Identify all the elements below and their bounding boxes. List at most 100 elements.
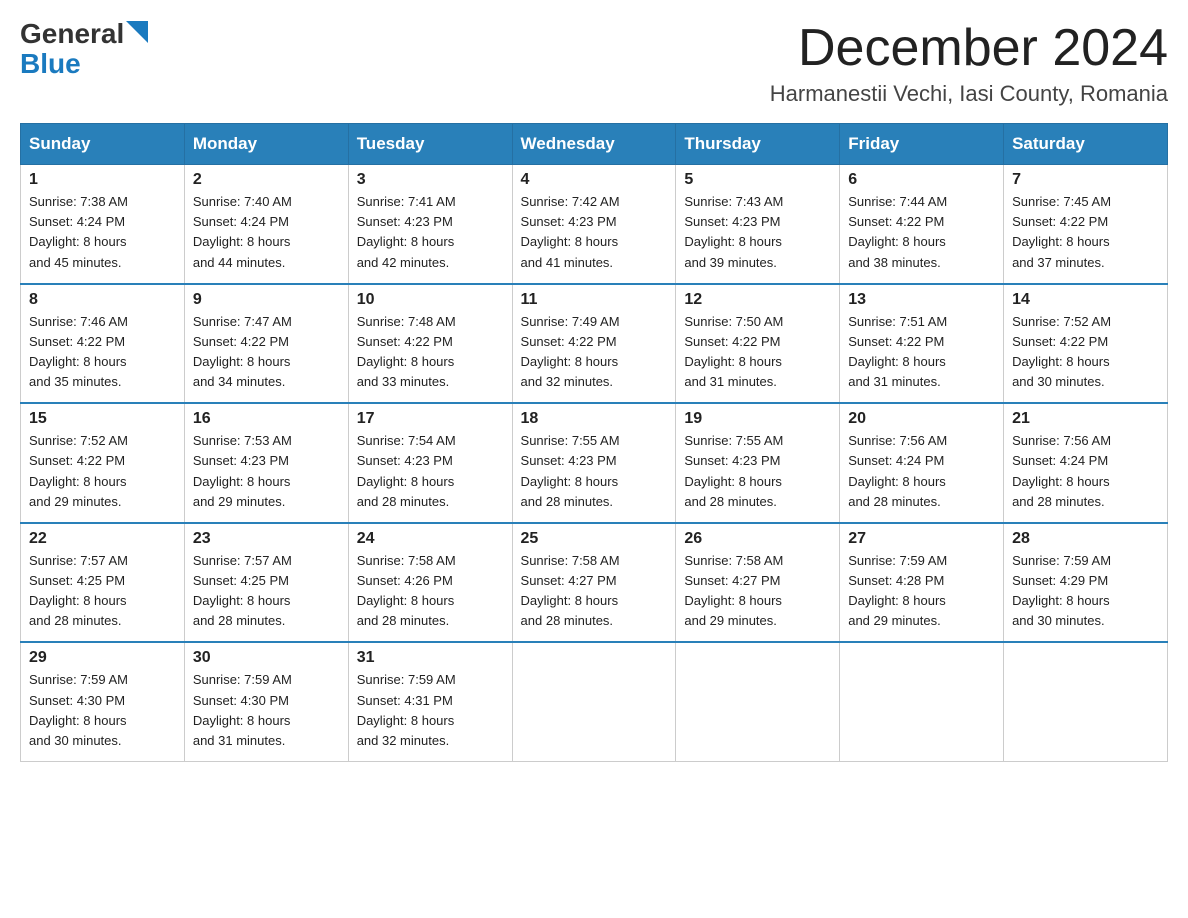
day-number: 15 [29, 410, 176, 428]
day-info: Sunrise: 7:46 AMSunset: 4:22 PMDaylight:… [29, 312, 176, 393]
day-number: 12 [684, 291, 831, 309]
day-info: Sunrise: 7:48 AMSunset: 4:22 PMDaylight:… [357, 312, 504, 393]
day-number: 21 [1012, 410, 1159, 428]
calendar-cell: 21 Sunrise: 7:56 AMSunset: 4:24 PMDaylig… [1004, 403, 1168, 523]
day-number: 19 [684, 410, 831, 428]
calendar-cell: 29 Sunrise: 7:59 AMSunset: 4:30 PMDaylig… [21, 642, 185, 761]
calendar-cell: 2 Sunrise: 7:40 AMSunset: 4:24 PMDayligh… [184, 165, 348, 284]
week-row-1: 1 Sunrise: 7:38 AMSunset: 4:24 PMDayligh… [21, 165, 1168, 284]
day-info: Sunrise: 7:55 AMSunset: 4:23 PMDaylight:… [521, 431, 668, 512]
calendar-cell: 28 Sunrise: 7:59 AMSunset: 4:29 PMDaylig… [1004, 523, 1168, 643]
day-number: 5 [684, 171, 831, 189]
calendar-cell: 22 Sunrise: 7:57 AMSunset: 4:25 PMDaylig… [21, 523, 185, 643]
day-info: Sunrise: 7:44 AMSunset: 4:22 PMDaylight:… [848, 192, 995, 273]
week-row-4: 22 Sunrise: 7:57 AMSunset: 4:25 PMDaylig… [21, 523, 1168, 643]
calendar-cell: 26 Sunrise: 7:58 AMSunset: 4:27 PMDaylig… [676, 523, 840, 643]
calendar-cell: 23 Sunrise: 7:57 AMSunset: 4:25 PMDaylig… [184, 523, 348, 643]
day-info: Sunrise: 7:56 AMSunset: 4:24 PMDaylight:… [848, 431, 995, 512]
logo: General Blue [20, 20, 148, 80]
day-info: Sunrise: 7:56 AMSunset: 4:24 PMDaylight:… [1012, 431, 1159, 512]
day-number: 18 [521, 410, 668, 428]
logo-blue: Blue [20, 48, 81, 80]
day-number: 8 [29, 291, 176, 309]
day-number: 17 [357, 410, 504, 428]
calendar-cell: 11 Sunrise: 7:49 AMSunset: 4:22 PMDaylig… [512, 284, 676, 404]
header-sunday: Sunday [21, 124, 185, 165]
day-number: 31 [357, 649, 504, 667]
location-title: Harmanestii Vechi, Iasi County, Romania [770, 81, 1168, 107]
day-number: 7 [1012, 171, 1159, 189]
calendar-cell [840, 642, 1004, 761]
day-number: 20 [848, 410, 995, 428]
day-info: Sunrise: 7:40 AMSunset: 4:24 PMDaylight:… [193, 192, 340, 273]
day-info: Sunrise: 7:57 AMSunset: 4:25 PMDaylight:… [193, 551, 340, 632]
day-info: Sunrise: 7:47 AMSunset: 4:22 PMDaylight:… [193, 312, 340, 393]
day-number: 1 [29, 171, 176, 189]
day-info: Sunrise: 7:53 AMSunset: 4:23 PMDaylight:… [193, 431, 340, 512]
calendar-table: SundayMondayTuesdayWednesdayThursdayFrid… [20, 123, 1168, 762]
day-number: 10 [357, 291, 504, 309]
day-info: Sunrise: 7:59 AMSunset: 4:30 PMDaylight:… [193, 670, 340, 751]
header-wednesday: Wednesday [512, 124, 676, 165]
day-number: 13 [848, 291, 995, 309]
header-saturday: Saturday [1004, 124, 1168, 165]
day-info: Sunrise: 7:58 AMSunset: 4:27 PMDaylight:… [521, 551, 668, 632]
day-info: Sunrise: 7:59 AMSunset: 4:28 PMDaylight:… [848, 551, 995, 632]
month-title: December 2024 [770, 20, 1168, 77]
day-number: 30 [193, 649, 340, 667]
calendar-cell: 12 Sunrise: 7:50 AMSunset: 4:22 PMDaylig… [676, 284, 840, 404]
day-number: 4 [521, 171, 668, 189]
calendar-cell: 13 Sunrise: 7:51 AMSunset: 4:22 PMDaylig… [840, 284, 1004, 404]
header-tuesday: Tuesday [348, 124, 512, 165]
day-number: 25 [521, 530, 668, 548]
calendar-cell: 3 Sunrise: 7:41 AMSunset: 4:23 PMDayligh… [348, 165, 512, 284]
day-info: Sunrise: 7:59 AMSunset: 4:31 PMDaylight:… [357, 670, 504, 751]
header-friday: Friday [840, 124, 1004, 165]
week-row-2: 8 Sunrise: 7:46 AMSunset: 4:22 PMDayligh… [21, 284, 1168, 404]
day-info: Sunrise: 7:42 AMSunset: 4:23 PMDaylight:… [521, 192, 668, 273]
day-info: Sunrise: 7:54 AMSunset: 4:23 PMDaylight:… [357, 431, 504, 512]
day-info: Sunrise: 7:52 AMSunset: 4:22 PMDaylight:… [1012, 312, 1159, 393]
calendar-cell: 17 Sunrise: 7:54 AMSunset: 4:23 PMDaylig… [348, 403, 512, 523]
calendar-cell: 1 Sunrise: 7:38 AMSunset: 4:24 PMDayligh… [21, 165, 185, 284]
calendar-cell: 27 Sunrise: 7:59 AMSunset: 4:28 PMDaylig… [840, 523, 1004, 643]
calendar-cell: 18 Sunrise: 7:55 AMSunset: 4:23 PMDaylig… [512, 403, 676, 523]
day-info: Sunrise: 7:55 AMSunset: 4:23 PMDaylight:… [684, 431, 831, 512]
calendar-cell: 10 Sunrise: 7:48 AMSunset: 4:22 PMDaylig… [348, 284, 512, 404]
logo-arrow-icon [126, 21, 148, 43]
day-info: Sunrise: 7:50 AMSunset: 4:22 PMDaylight:… [684, 312, 831, 393]
day-number: 3 [357, 171, 504, 189]
day-number: 9 [193, 291, 340, 309]
calendar-cell: 5 Sunrise: 7:43 AMSunset: 4:23 PMDayligh… [676, 165, 840, 284]
calendar-cell: 7 Sunrise: 7:45 AMSunset: 4:22 PMDayligh… [1004, 165, 1168, 284]
day-number: 26 [684, 530, 831, 548]
day-info: Sunrise: 7:49 AMSunset: 4:22 PMDaylight:… [521, 312, 668, 393]
day-info: Sunrise: 7:41 AMSunset: 4:23 PMDaylight:… [357, 192, 504, 273]
day-info: Sunrise: 7:52 AMSunset: 4:22 PMDaylight:… [29, 431, 176, 512]
day-number: 6 [848, 171, 995, 189]
day-number: 28 [1012, 530, 1159, 548]
day-number: 22 [29, 530, 176, 548]
week-row-5: 29 Sunrise: 7:59 AMSunset: 4:30 PMDaylig… [21, 642, 1168, 761]
title-section: December 2024 Harmanestii Vechi, Iasi Co… [770, 20, 1168, 107]
day-info: Sunrise: 7:58 AMSunset: 4:26 PMDaylight:… [357, 551, 504, 632]
logo-general: General [20, 20, 124, 48]
day-number: 2 [193, 171, 340, 189]
calendar-cell: 19 Sunrise: 7:55 AMSunset: 4:23 PMDaylig… [676, 403, 840, 523]
day-info: Sunrise: 7:59 AMSunset: 4:29 PMDaylight:… [1012, 551, 1159, 632]
day-info: Sunrise: 7:59 AMSunset: 4:30 PMDaylight:… [29, 670, 176, 751]
day-number: 14 [1012, 291, 1159, 309]
day-info: Sunrise: 7:45 AMSunset: 4:22 PMDaylight:… [1012, 192, 1159, 273]
calendar-cell: 6 Sunrise: 7:44 AMSunset: 4:22 PMDayligh… [840, 165, 1004, 284]
calendar-cell: 8 Sunrise: 7:46 AMSunset: 4:22 PMDayligh… [21, 284, 185, 404]
calendar-cell: 15 Sunrise: 7:52 AMSunset: 4:22 PMDaylig… [21, 403, 185, 523]
day-info: Sunrise: 7:38 AMSunset: 4:24 PMDaylight:… [29, 192, 176, 273]
calendar-cell: 24 Sunrise: 7:58 AMSunset: 4:26 PMDaylig… [348, 523, 512, 643]
week-row-3: 15 Sunrise: 7:52 AMSunset: 4:22 PMDaylig… [21, 403, 1168, 523]
calendar-cell: 30 Sunrise: 7:59 AMSunset: 4:30 PMDaylig… [184, 642, 348, 761]
day-info: Sunrise: 7:57 AMSunset: 4:25 PMDaylight:… [29, 551, 176, 632]
calendar-cell [676, 642, 840, 761]
days-of-week-row: SundayMondayTuesdayWednesdayThursdayFrid… [21, 124, 1168, 165]
day-number: 11 [521, 291, 668, 309]
calendar-cell: 25 Sunrise: 7:58 AMSunset: 4:27 PMDaylig… [512, 523, 676, 643]
